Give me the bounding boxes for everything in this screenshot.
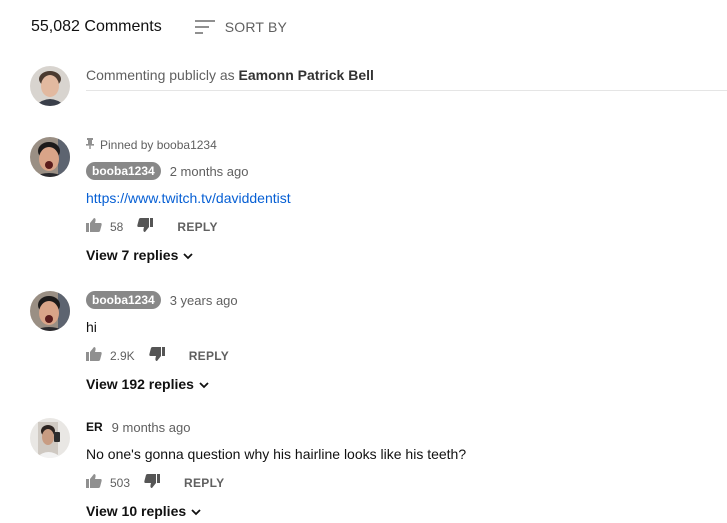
sort-by-label: SORT BY (224, 19, 288, 35)
view-replies-label: View 7 replies (86, 247, 179, 263)
like-count: 58 (110, 220, 124, 234)
like-button[interactable] (86, 217, 102, 238)
like-count: 503 (110, 476, 131, 490)
like-count: 2.9K (110, 349, 135, 363)
reply-button[interactable]: REPLY (184, 476, 224, 490)
author-avatar[interactable] (30, 418, 70, 458)
commenting-as-user: Eamonn Patrick Bell (238, 67, 374, 83)
comment-text: hi (86, 319, 97, 335)
pinned-indicator: Pinned by booba1234 (86, 137, 717, 153)
comment-actions: 58 REPLY (86, 217, 717, 237)
author-avatar[interactable] (30, 291, 70, 331)
author-avatar[interactable] (30, 137, 70, 177)
author-name[interactable]: booba1234 (86, 291, 161, 309)
like-button[interactable] (86, 346, 102, 367)
current-user-avatar[interactable] (30, 66, 70, 106)
chevron-down-icon (186, 503, 201, 519)
thumbs-down-icon (137, 217, 154, 238)
sort-icon (194, 19, 215, 35)
author-name[interactable]: ER (86, 420, 103, 434)
dislike-button[interactable] (137, 217, 154, 238)
comment-count: 55,082 Comments (31, 18, 162, 35)
view-replies-label: View 10 replies (86, 503, 187, 519)
reply-button[interactable]: REPLY (177, 220, 217, 234)
comment-input[interactable]: Commenting publicly as Eamonn Patrick Be… (86, 65, 727, 91)
thumbs-up-icon (86, 217, 102, 238)
view-replies-button[interactable]: View 192 replies (86, 376, 717, 392)
chevron-down-icon (194, 376, 209, 392)
chevron-down-icon (178, 247, 193, 263)
view-replies-button[interactable]: View 10 replies (86, 503, 717, 519)
view-replies-label: View 192 replies (86, 376, 194, 392)
comment-actions: 2.9K REPLY (86, 346, 717, 366)
comment-actions: 503 REPLY (86, 473, 717, 493)
author-name[interactable]: booba1234 (86, 162, 161, 180)
thumbs-up-icon (86, 346, 102, 367)
view-replies-button[interactable]: View 7 replies (86, 247, 717, 263)
pin-icon (86, 138, 100, 152)
comment-text: https://www.twitch.tv/daviddentist (86, 188, 717, 208)
thumbs-down-icon (144, 473, 161, 494)
commenting-as-prefix: Commenting publicly as (86, 67, 239, 83)
pinned-label: Pinned by booba1234 (100, 138, 217, 152)
thumbs-down-icon (149, 346, 165, 367)
dislike-button[interactable] (144, 473, 161, 494)
comments-header: 55,082 Comments SORT BY (31, 15, 287, 39)
thumbs-up-icon (86, 473, 102, 494)
dislike-button[interactable] (149, 346, 165, 367)
comment-time[interactable]: 9 months ago (112, 420, 191, 435)
like-button[interactable] (86, 473, 102, 494)
reply-button[interactable]: REPLY (189, 349, 229, 363)
comment-link[interactable]: https://www.twitch.tv/daviddentist (86, 190, 291, 206)
comment-time[interactable]: 3 years ago (170, 293, 238, 308)
sort-by-button[interactable]: SORT BY (194, 19, 288, 35)
comment-composer: Commenting publicly as Eamonn Patrick Be… (30, 65, 727, 106)
comment-time[interactable]: 2 months ago (170, 164, 249, 179)
comment-text: No one's gonna question why his hairline… (86, 446, 467, 462)
